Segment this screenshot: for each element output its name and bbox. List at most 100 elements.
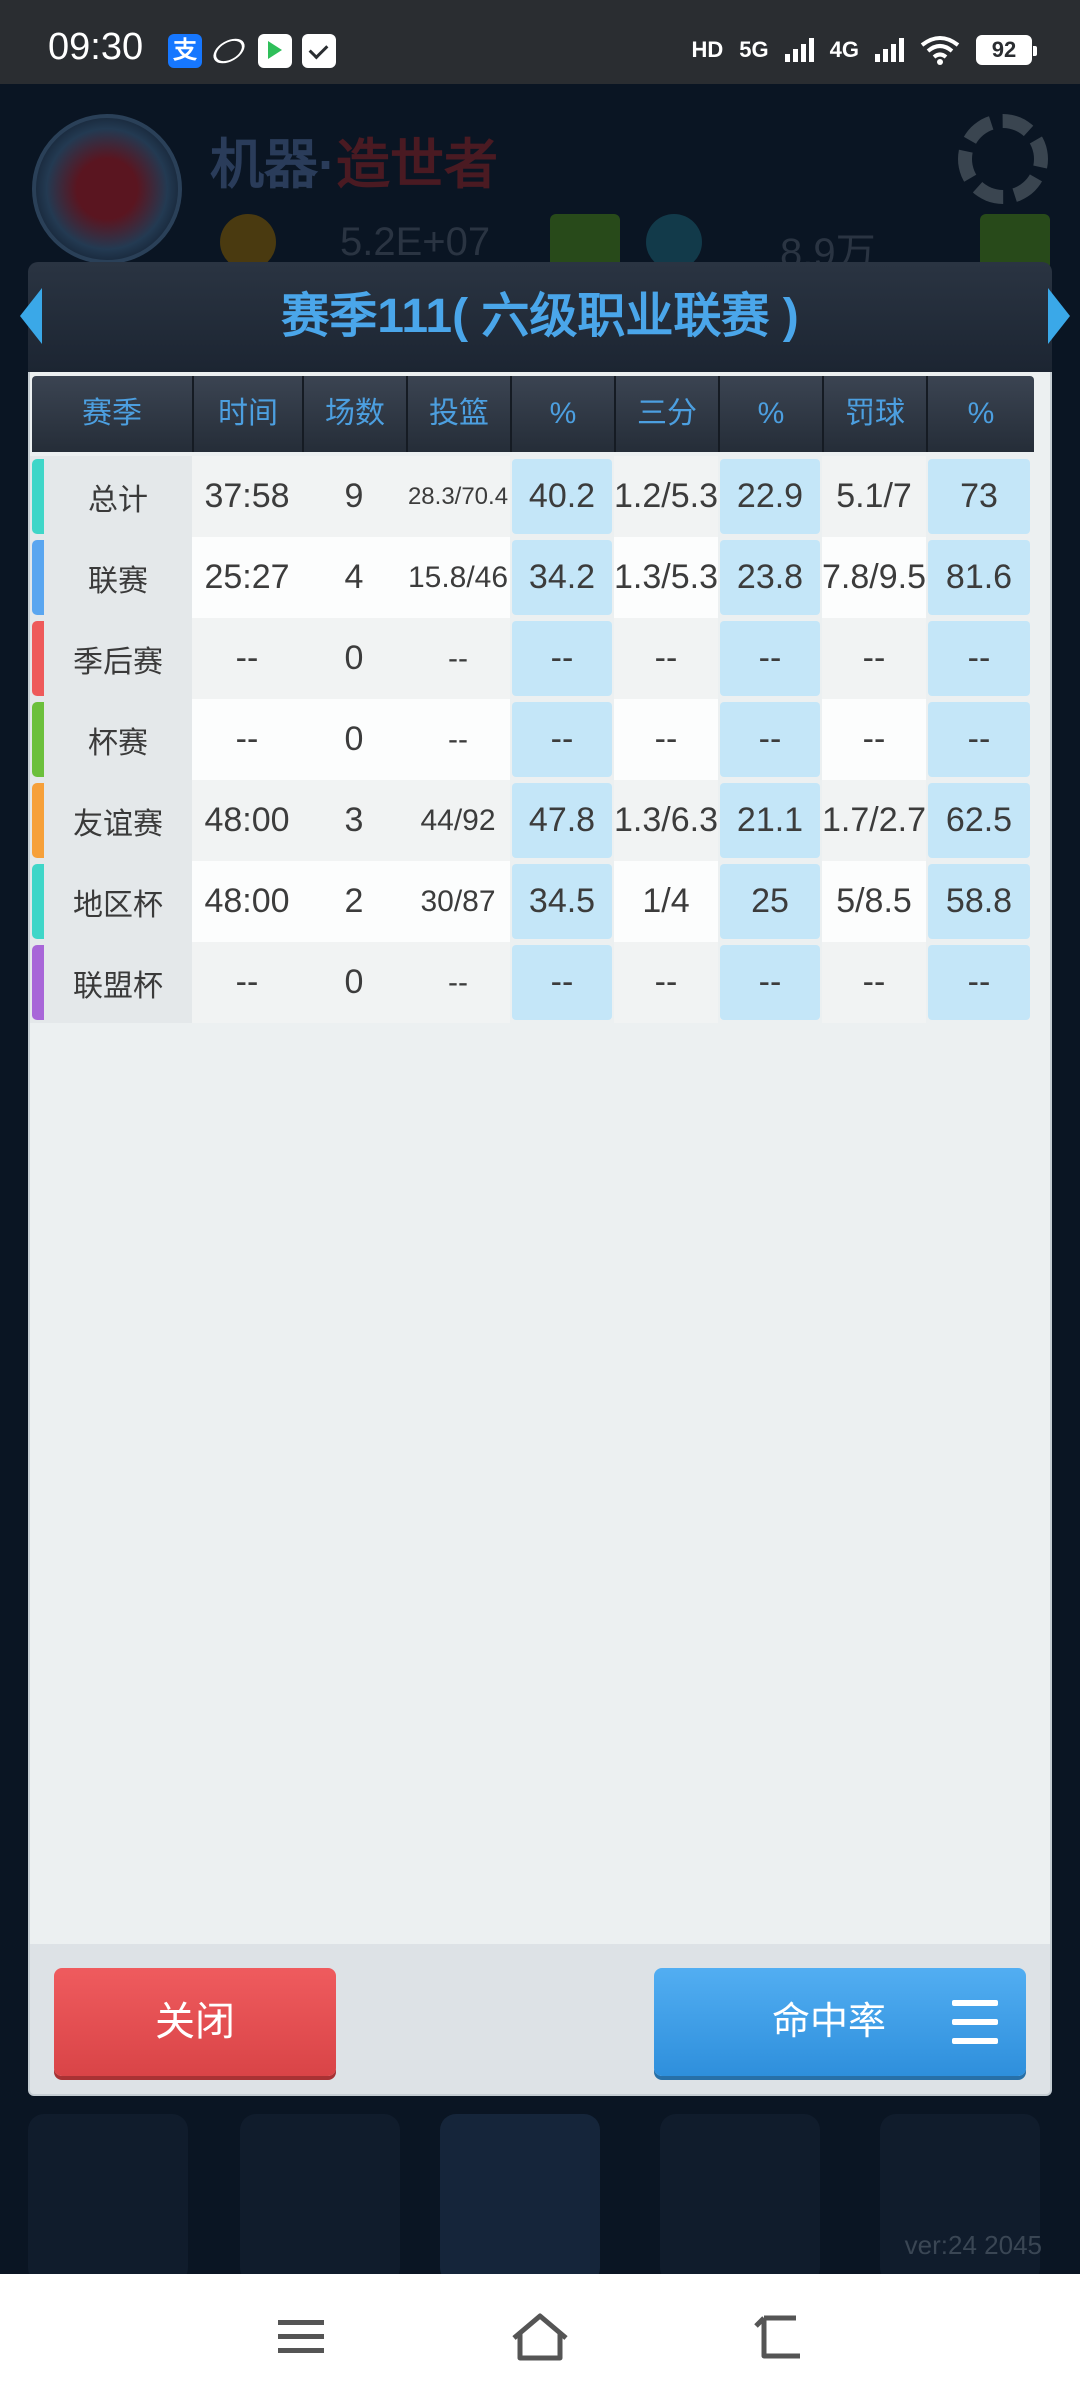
cell-games: 4 <box>302 537 406 618</box>
cell-three: 1.3/6.3 <box>614 780 718 861</box>
version-label: ver:24 2045 <box>904 2230 1042 2260</box>
dialog-header: 赛季111( 六级职业联赛 ) <box>20 262 1070 372</box>
cell-fg: 28.3/70.4 <box>406 456 510 537</box>
table-row[interactable]: 总计 37:58 9 28.3/70.4 40.2 1.2/5.3 22.9 5.1/7 73 <box>30 456 1054 537</box>
row-color-stripe <box>32 459 44 534</box>
status-time: 09:30 <box>48 26 144 68</box>
cell-ft-pct: 62.5 <box>928 783 1030 858</box>
menu-icon[interactable] <box>262 2304 342 2370</box>
cell-ft: -- <box>822 618 926 699</box>
cell-ft: -- <box>822 699 926 780</box>
cell-name: 杯赛 <box>30 699 192 780</box>
back-icon[interactable] <box>740 2304 820 2370</box>
row-color-stripe <box>32 621 44 696</box>
cell-time: 37:58 <box>192 456 302 537</box>
table-row[interactable]: 联盟杯 -- 0 -- -- -- -- -- -- <box>30 942 1054 1023</box>
cell-games: 0 <box>302 942 406 1023</box>
table-header: 赛季 时间 场数 投篮% 三分% 罚球% <box>30 376 1054 452</box>
signal-4g-icon <box>875 38 904 62</box>
cell-time: 48:00 <box>192 861 302 942</box>
cell-three: 1/4 <box>614 861 718 942</box>
cell-fg: -- <box>406 942 510 1023</box>
cell-three: 1.3/5.3 <box>614 537 718 618</box>
cell-name: 友谊赛 <box>30 780 192 861</box>
cell-ft-pct: 81.6 <box>928 540 1030 615</box>
hit-rate-button[interactable]: 命中率 <box>654 1968 1026 2076</box>
cell-ft-pct: 58.8 <box>928 864 1030 939</box>
cell-three-pct: 23.8 <box>720 540 820 615</box>
cell-fg-pct: -- <box>512 621 612 696</box>
column-header: 三分 <box>616 376 720 452</box>
wifi-icon <box>920 36 960 65</box>
season-title: 赛季111( 六级职业联赛 ) <box>281 290 799 343</box>
message-app-icon <box>302 34 336 68</box>
column-header: 罚球 <box>824 376 928 452</box>
column-header: 投篮 <box>408 376 512 452</box>
system-nav-bar <box>0 2274 1080 2400</box>
screen: 09:30 支 HD 5G 4G 92 机器·造世者 5.2E+07 8.9万 … <box>0 0 1080 2400</box>
cell-fg-pct: 34.5 <box>512 864 612 939</box>
table-body: 总计 37:58 9 28.3/70.4 40.2 1.2/5.3 22.9 5.1/7 73 联… <box>30 456 1054 1023</box>
row-color-stripe <box>32 540 44 615</box>
arena-nav-icon <box>440 2114 600 2284</box>
cell-three: -- <box>614 699 718 780</box>
table-row[interactable]: 友谊赛 48:00 3 44/92 47.8 1.3/6.3 21.1 1.7/2.7 62.5 <box>30 780 1054 861</box>
cell-three: -- <box>614 942 718 1023</box>
team-name: 机器·造世者 <box>210 135 498 195</box>
column-header: 场数 <box>304 376 408 452</box>
signal-5g-icon <box>784 38 814 62</box>
hd-icon: HD <box>691 37 724 62</box>
cell-time: -- <box>192 942 302 1023</box>
table-row[interactable]: 杯赛 -- 0 -- -- -- -- -- -- <box>30 699 1054 780</box>
table-row[interactable]: 联赛 25:27 4 15.8/46 34.2 1.3/5.3 23.8 7.8/9.5 81.… <box>30 537 1054 618</box>
row-color-stripe <box>32 945 44 1020</box>
cell-name: 地区杯 <box>30 861 192 942</box>
cell-games: 3 <box>302 780 406 861</box>
cell-ft: 7.8/9.5 <box>822 537 926 618</box>
cell-three-pct: -- <box>720 621 820 696</box>
row-color-stripe <box>32 702 44 777</box>
cell-games: 0 <box>302 618 406 699</box>
status-bar: 09:30 支 HD 5G 4G 92 <box>0 0 1080 84</box>
column-header: 时间 <box>194 376 304 452</box>
cell-fg: 30/87 <box>406 861 510 942</box>
cell-time: -- <box>192 618 302 699</box>
cell-three-pct: 22.9 <box>720 459 820 534</box>
cell-ft-pct: -- <box>928 621 1030 696</box>
cell-three-pct: 25 <box>720 864 820 939</box>
close-button[interactable]: 关闭 <box>54 1968 336 2076</box>
cell-name: 总计 <box>30 456 192 537</box>
column-header: % <box>928 376 1034 452</box>
home-icon[interactable] <box>500 2304 580 2370</box>
season-stats-dialog: 赛季111( 六级职业联赛 ) 赛季 时间 场数 投篮% 三分% 罚球% 总计 37:58 9… <box>20 262 1070 2096</box>
cell-three-pct: -- <box>720 702 820 777</box>
column-header: 赛季 <box>32 376 194 452</box>
bottom-menu <box>0 2094 1080 2294</box>
cell-games: 2 <box>302 861 406 942</box>
network-4g-label: 4G <box>829 37 859 62</box>
dialog-footer: 关闭 命中率 <box>28 1944 1052 2096</box>
cell-three-pct: 21.1 <box>720 783 820 858</box>
cell-fg-pct: 47.8 <box>512 783 612 858</box>
cell-ft: 5.1/7 <box>822 456 926 537</box>
battery-icon: 92 <box>976 35 1037 65</box>
cell-ft-pct: -- <box>928 945 1030 1020</box>
column-header: % <box>512 376 616 452</box>
cell-time: -- <box>192 699 302 780</box>
menu-lines-icon <box>952 2000 998 2044</box>
coin-amount: 5.2E+07 <box>340 220 491 264</box>
yen-nav-icon <box>240 2114 400 2284</box>
cell-fg-pct: 40.2 <box>512 459 612 534</box>
table-row[interactable]: 季后赛 -- 0 -- -- -- -- -- -- <box>30 618 1054 699</box>
cell-three: 1.2/5.3 <box>614 456 718 537</box>
alipay-icon: 支 <box>168 34 202 68</box>
cell-three-pct: -- <box>720 945 820 1020</box>
table-row[interactable]: 地区杯 48:00 2 30/87 34.5 1/4 25 5/8.5 58.8 <box>30 861 1054 942</box>
cell-ft-pct: 73 <box>928 459 1030 534</box>
column-header: % <box>720 376 824 452</box>
prev-season-arrow-icon[interactable] <box>20 288 42 344</box>
next-season-arrow-icon[interactable] <box>1048 288 1070 344</box>
cell-ft: -- <box>822 942 926 1023</box>
chat-nav-icon <box>660 2114 820 2284</box>
cloud-app-icon <box>209 33 249 69</box>
